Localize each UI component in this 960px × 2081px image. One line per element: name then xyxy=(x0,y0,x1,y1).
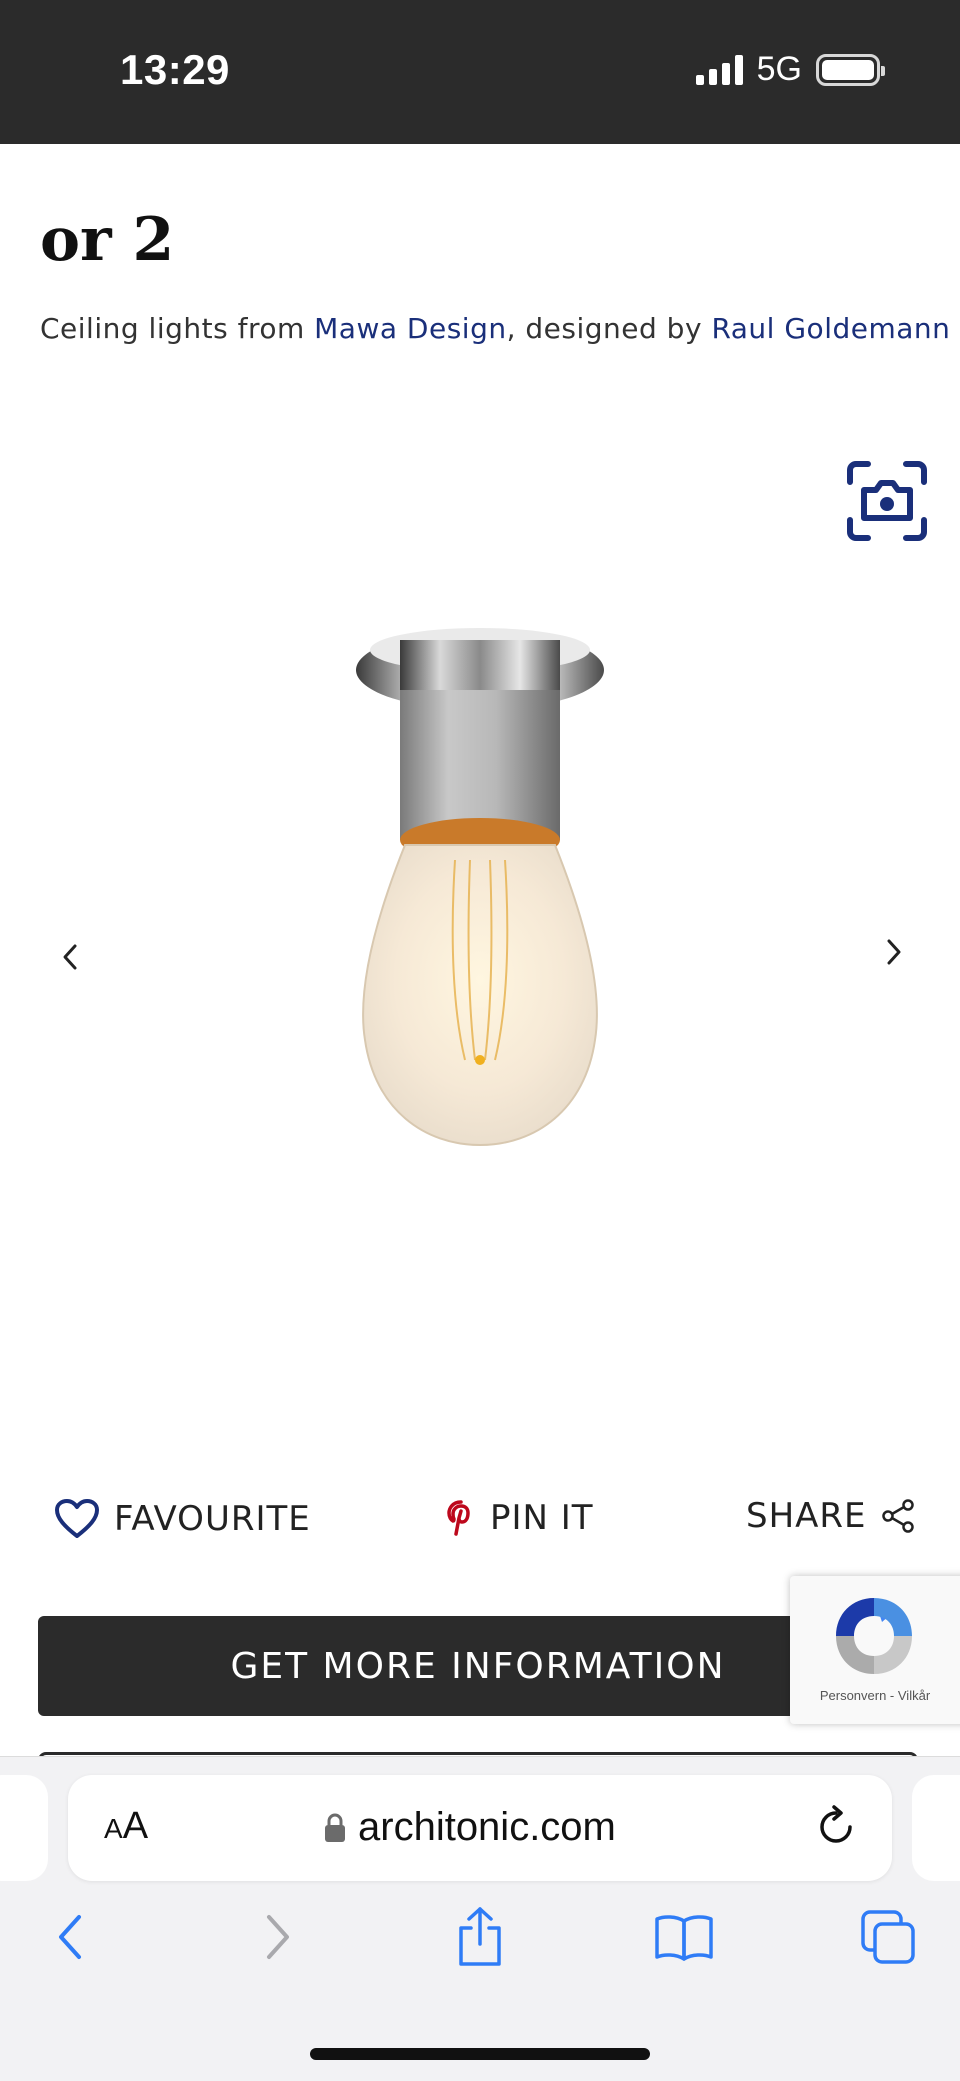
browser-bottom-bar: AA architonic.com xyxy=(0,1756,960,2081)
recaptcha-terms[interactable]: Personvern - Vilkår xyxy=(790,1688,960,1703)
status-indicators: 5G xyxy=(695,50,885,89)
subtitle-prefix: Ceiling lights from xyxy=(40,312,315,345)
back-icon[interactable] xyxy=(40,1907,100,1967)
browser-toolbar xyxy=(0,1907,960,1997)
pin-it-button[interactable]: PIN IT xyxy=(446,1498,594,1538)
tabs-icon[interactable] xyxy=(858,1907,918,1967)
network-type: 5G xyxy=(756,50,802,88)
share-button[interactable]: SHARE xyxy=(746,1496,915,1536)
status-time: 13:29 xyxy=(120,46,230,93)
pin-it-label: PIN IT xyxy=(490,1498,594,1538)
product-title: or 2 xyxy=(40,205,175,275)
status-bar: 13:29 5G xyxy=(0,0,960,144)
text-size-button[interactable]: AA xyxy=(104,1805,148,1848)
camera-search-icon[interactable] xyxy=(846,460,928,542)
designer-link[interactable]: Raul Goldemann xyxy=(711,312,950,345)
share-icon xyxy=(881,1499,914,1533)
recaptcha-badge[interactable]: Personvern - Vilkår xyxy=(790,1576,960,1724)
bookmarks-icon[interactable] xyxy=(654,1907,714,1967)
url-display[interactable]: architonic.com xyxy=(324,1805,616,1850)
address-bar[interactable]: AA architonic.com xyxy=(68,1775,892,1881)
favourite-button[interactable]: FAVOURITE xyxy=(54,1498,311,1540)
pinterest-icon xyxy=(447,1500,470,1536)
lock-icon xyxy=(325,1813,345,1842)
get-more-information-button[interactable]: GET MORE INFORMATION xyxy=(38,1616,918,1716)
manufacturer-link[interactable]: Mawa Design xyxy=(314,312,506,345)
product-image xyxy=(345,590,615,1160)
favourite-label: FAVOURITE xyxy=(114,1499,311,1539)
actions-row: FAVOURITE PIN IT SHARE xyxy=(0,1490,960,1550)
chevron-right-icon[interactable] xyxy=(874,932,914,972)
battery-icon xyxy=(816,53,885,86)
share-sheet-icon[interactable] xyxy=(450,1907,510,1967)
share-label: SHARE xyxy=(746,1496,867,1536)
previous-tab-peek[interactable] xyxy=(0,1775,48,1881)
next-tab-peek[interactable] xyxy=(912,1775,960,1881)
chevron-left-icon[interactable] xyxy=(50,937,90,977)
image-carousel[interactable] xyxy=(0,560,960,1200)
product-subtitle: Ceiling lights from Mawa Design, designe… xyxy=(40,312,950,345)
signal-icon xyxy=(695,54,743,85)
forward-icon[interactable] xyxy=(248,1907,308,1967)
recaptcha-icon xyxy=(836,1598,912,1674)
heart-icon xyxy=(55,1499,99,1538)
url-text: architonic.com xyxy=(358,1805,616,1849)
home-indicator[interactable] xyxy=(310,2048,650,2060)
reload-icon[interactable] xyxy=(814,1805,858,1849)
subtitle-middle: , designed by xyxy=(506,312,712,345)
